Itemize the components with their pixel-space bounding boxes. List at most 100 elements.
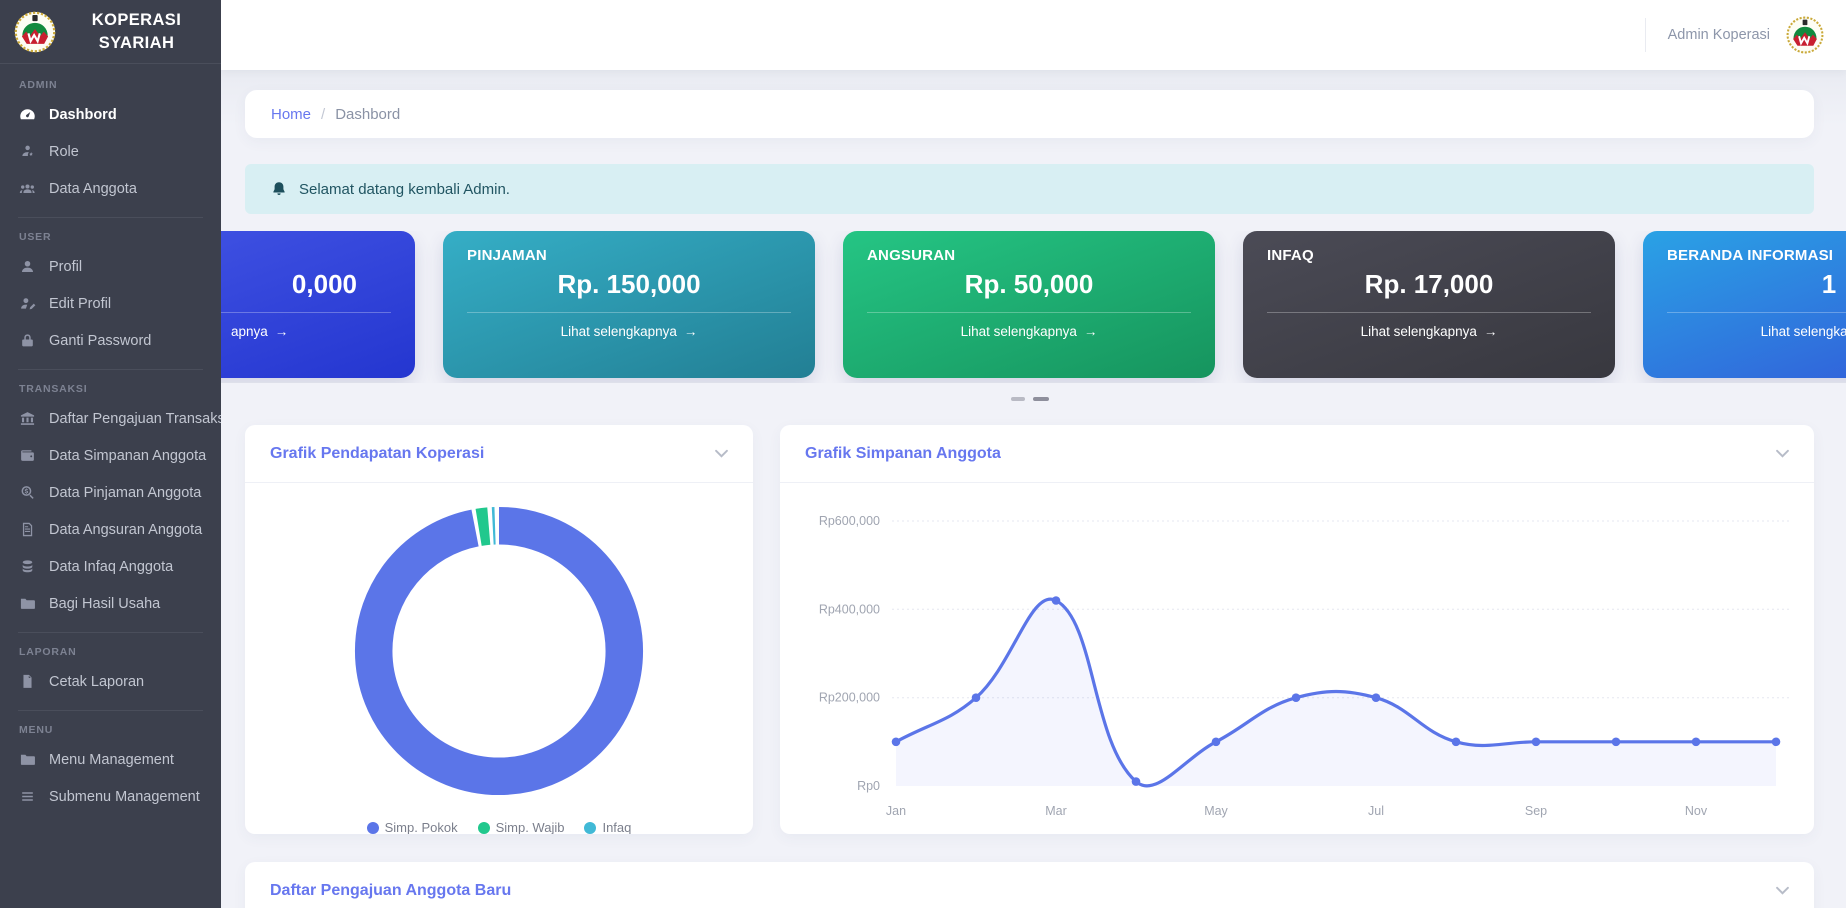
legend-dot-icon <box>584 821 597 834</box>
arrow-right-icon: → <box>274 324 289 339</box>
sidebar-item-data-anggota[interactable]: Data Anggota <box>0 170 221 207</box>
stat-card-value: Rp. 50,000 <box>964 269 1094 299</box>
sidebar-item-submenu-management[interactable]: Submenu Management <box>0 778 221 815</box>
sidebar-nav: ADMIN Dashbord Role Data Anggota USER Profil E… <box>0 64 221 815</box>
content: Home / Dashbord Selamat datang kembali A… <box>221 70 1846 908</box>
stat-card-label: ANGSURAN <box>867 247 956 264</box>
sidebar-item-label: Data Angsuran Anggota <box>49 521 203 538</box>
sidebar-item-edit-profil[interactable]: Edit Profil <box>0 285 221 322</box>
stat-card-infaq[interactable]: INFAQ Rp. 17,000 Lihat selengkapnya → <box>1243 231 1615 378</box>
folder-icon <box>20 754 35 765</box>
chevron-down-icon[interactable] <box>1776 886 1789 895</box>
sidebar-section-transaksi: TRANSAKSI Daftar Pengajuan Transaksi Data … <box>18 369 221 622</box>
donut-chart-card: Grafik Pendapatan Koperasi Simp. Pokok Si… <box>245 425 753 834</box>
sidebar-item-data-angsuran-anggota[interactable]: Data Angsuran Anggota <box>0 511 221 548</box>
donut-legend: Simp. Pokok Simp. Wajib Infaq <box>366 820 631 834</box>
sidebar-item-profil[interactable]: Profil <box>0 248 221 285</box>
see-more-link[interactable]: apnya → <box>221 324 415 339</box>
stat-card-beranda-informasi[interactable]: BERANDA INFORMASI 1 Lihat selengkapnya→ <box>1643 231 1846 378</box>
svg-text:Mar: Mar <box>1045 804 1067 818</box>
sidebar-item-label: Data Infaq Anggota <box>49 558 174 575</box>
legend-item-infaq[interactable]: Infaq <box>584 820 631 834</box>
bottom-card-header: Daftar Pengajuan Anggota Baru <box>245 862 1814 908</box>
see-more-link[interactable]: Lihat selengkapnya→ <box>443 324 815 339</box>
svg-text:Rp200,000: Rp200,000 <box>819 691 880 705</box>
sidebar-item-cetak-laporan[interactable]: Cetak Laporan <box>0 663 221 700</box>
sidebar-item-data-simpanan-anggota[interactable]: Data Simpanan Anggota <box>0 437 221 474</box>
stat-card-value: Rp. 150,000 <box>557 269 701 299</box>
see-more-link[interactable]: Lihat selengkapnya→ <box>1643 324 1846 339</box>
sidebar-item-label: Menu Management <box>49 751 174 768</box>
breadcrumb-home-link[interactable]: Home <box>271 106 311 123</box>
alert-text: Selamat datang kembali Admin. <box>299 180 510 198</box>
legend-dot-icon <box>477 821 490 834</box>
breadcrumb-separator: / <box>321 105 326 123</box>
sidebar-item-label: Edit Profil <box>49 295 112 312</box>
carousel-pagination <box>245 397 1814 401</box>
donut-chart-body: Simp. Pokok Simp. Wajib Infaq <box>245 483 753 834</box>
chevron-down-icon[interactable] <box>715 449 728 458</box>
sidebar-item-ganti-password[interactable]: Ganti Password <box>0 322 221 359</box>
sidebar-item-bagi-hasil-usaha[interactable]: Bagi Hasil Usaha <box>0 585 221 622</box>
stat-card-divider <box>867 312 1191 313</box>
user-edit-icon <box>21 298 36 310</box>
svg-text:Rp0: Rp0 <box>857 779 880 793</box>
users-gear-icon <box>22 145 33 156</box>
donut-card-header: Grafik Pendapatan Koperasi <box>245 425 753 483</box>
sidebar-item-label: Ganti Password <box>49 332 152 349</box>
chevron-down-icon[interactable] <box>1776 449 1789 458</box>
topbar-divider <box>1644 18 1646 52</box>
sidebar-item-role[interactable]: Role <box>0 133 221 170</box>
brand[interactable]: KOPERASI SYARIAH <box>0 0 221 64</box>
stat-card-angsuran[interactable]: ANGSURAN Rp. 50,000 Lihat selengkapnya → <box>843 231 1215 378</box>
charts-row: Grafik Pendapatan Koperasi Simp. Pokok Si… <box>245 425 1814 834</box>
lock-icon <box>22 334 33 347</box>
stat-card-simpanan-partial[interactable]: 0,000 apnya → <box>221 231 415 378</box>
svg-text:Jul: Jul <box>1368 804 1384 818</box>
sidebar-section-admin: ADMIN Dashbord Role Data Anggota <box>0 64 221 207</box>
stat-card-pinjaman[interactable]: PINJAMAN Rp. 150,000 Lihat selengkapnya → <box>443 231 815 378</box>
file-icon <box>23 674 32 688</box>
svg-text:Rp400,000: Rp400,000 <box>819 602 880 616</box>
svg-text:Jan: Jan <box>886 804 906 818</box>
avatar[interactable] <box>1786 16 1824 54</box>
stat-card-label <box>221 247 391 265</box>
sidebar-item-data-infaq-anggota[interactable]: Data Infaq Anggota <box>0 548 221 585</box>
svg-text:May: May <box>1204 804 1228 818</box>
stat-card-value: Rp. 17,000 <box>1364 269 1494 299</box>
see-more-label: Lihat selengkapnya <box>1360 324 1477 339</box>
sidebar-item-label: Profil <box>49 258 83 275</box>
sidebar-section-label: ADMIN <box>19 79 58 91</box>
sidebar-item-dashbord[interactable]: Dashbord <box>0 96 221 133</box>
gauge-icon <box>20 109 35 120</box>
carousel-dot[interactable] <box>1032 397 1049 401</box>
list-icon <box>22 792 33 801</box>
stat-card-value: 1 <box>1821 269 1837 299</box>
arrow-right-icon: → <box>1483 324 1498 339</box>
legend-item-simp-pokok[interactable]: Simp. Pokok <box>366 820 458 834</box>
user-icon <box>21 260 34 273</box>
sidebar-item-label: Role <box>49 143 79 160</box>
carousel-dot[interactable] <box>1010 397 1025 401</box>
legend-label: Simp. Wajib <box>495 820 565 834</box>
sidebar-item-menu-management[interactable]: Menu Management <box>0 741 221 778</box>
sidebar-item-label: Data Anggota <box>49 180 137 197</box>
file-invoice-icon <box>22 522 33 537</box>
sidebar-section-laporan: LAPORAN Cetak Laporan <box>18 632 203 700</box>
donut-chart-title: Grafik Pendapatan Koperasi <box>270 444 485 462</box>
see-more-label: apnya <box>231 324 268 339</box>
koperasi-logo-icon <box>14 11 56 53</box>
user-name[interactable]: Admin Koperasi <box>1668 27 1770 43</box>
sidebar-item-data-pinjaman-anggota[interactable]: Data Pinjaman Anggota <box>0 474 221 511</box>
stat-card-carousel: 0,000 apnya → PINJAMAN Rp. 150,000 Lihat sele… <box>221 231 1846 383</box>
stat-card-label: BERANDA INFORMASI <box>1667 247 1834 264</box>
topbar: Admin Koperasi <box>221 0 1846 70</box>
see-more-link[interactable]: Lihat selengkapnya→ <box>843 324 1215 339</box>
sidebar-item-daftar-pengajuan-transaksi[interactable]: Daftar Pengajuan Transaksi <box>0 400 221 437</box>
line-chart-title: Grafik Simpanan Anggota <box>805 444 1001 462</box>
legend-item-simp-wajib[interactable]: Simp. Wajib <box>477 820 565 834</box>
legend-label: Simp. Pokok <box>384 820 458 834</box>
sidebar-item-label: Submenu Management <box>49 788 200 805</box>
see-more-link[interactable]: Lihat selengkapnya → <box>1243 324 1615 339</box>
avatar-logo-icon <box>1786 16 1824 54</box>
